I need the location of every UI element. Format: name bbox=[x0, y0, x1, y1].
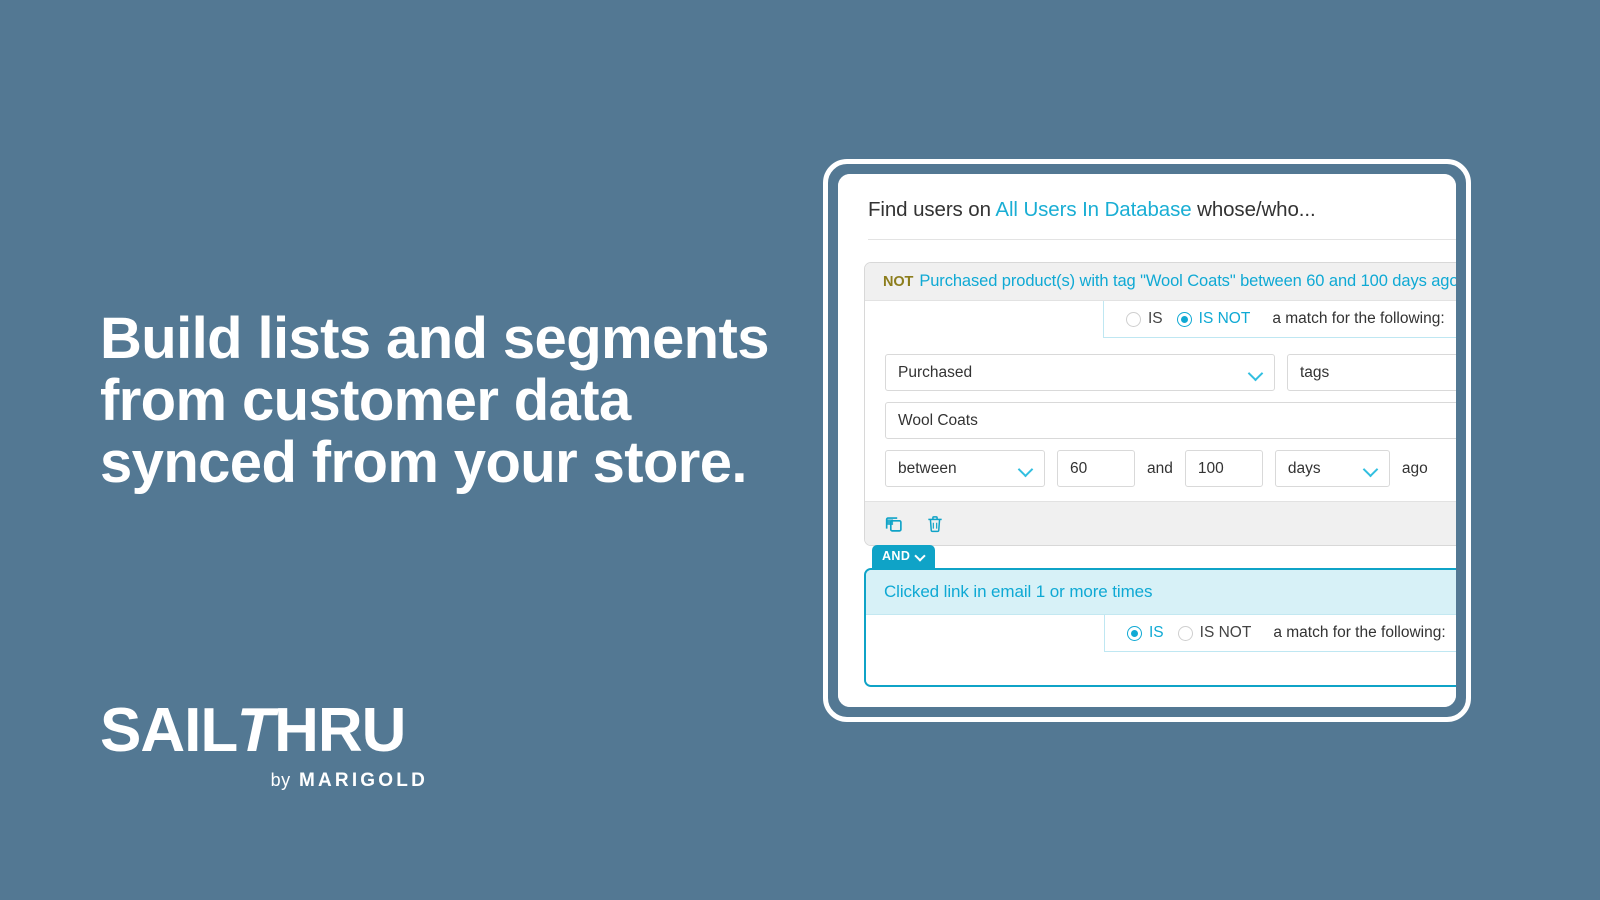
value-max-value: 100 bbox=[1197, 459, 1224, 477]
find-users-prefix: Find users on bbox=[868, 198, 996, 221]
find-users-text: Find users on All Users In Database whos… bbox=[868, 198, 1456, 222]
ago-inline-label: ago bbox=[1401, 459, 1428, 477]
radio-is-2[interactable] bbox=[1127, 625, 1142, 641]
radio-is-not-2[interactable] bbox=[1177, 625, 1193, 641]
field-row-timeframe: between 60 and 100 days ago bbox=[885, 450, 1456, 487]
condition-2-body: IS IS NOT a match for the following: bbox=[866, 615, 1456, 685]
radio-is-1[interactable] bbox=[1126, 311, 1141, 327]
logo-wordmark-sail: SAIL bbox=[100, 696, 238, 765]
value-input[interactable]: Wool Coats bbox=[885, 402, 1456, 439]
radio-is-not-label-1[interactable]: IS NOT bbox=[1199, 310, 1251, 328]
condition-card-2[interactable]: Clicked link in email 1 or more times IS… bbox=[864, 568, 1456, 687]
condition-1-body: IS IS NOT a match for the following: Pur… bbox=[865, 301, 1456, 501]
marketing-panel: Build lists and segments from customer d… bbox=[100, 0, 800, 900]
attribute-input[interactable]: tags bbox=[1287, 354, 1456, 391]
sailthru-logo: SAILTHRU by MARIGOLD bbox=[100, 696, 430, 792]
match-tail-text-2: a match for the following: bbox=[1273, 624, 1446, 641]
headline-line-1: Build lists and segments bbox=[100, 306, 769, 371]
condition-1-footer bbox=[865, 501, 1456, 545]
and-joiner-pill[interactable]: AND bbox=[872, 545, 936, 568]
condition-card-1[interactable]: NOT Purchased product(s) with tag "Wool C… bbox=[864, 262, 1456, 546]
condition-2-header: Clicked link in email 1 or more times bbox=[866, 570, 1456, 615]
unit-select[interactable]: days bbox=[1274, 450, 1390, 487]
app-screenshot-frame: Find users on All Users In Database whos… bbox=[823, 159, 1471, 722]
segment-builder-canvas: Find users on All Users In Database whos… bbox=[838, 174, 1456, 707]
radio-is-label-2[interactable]: IS bbox=[1149, 624, 1164, 642]
operator-select-value: between bbox=[898, 459, 957, 477]
and-inline-label: and bbox=[1147, 459, 1173, 477]
logo-wordmark-hru: HRU bbox=[274, 696, 406, 765]
logo-byline-by: by bbox=[270, 770, 291, 790]
condition-1-match-row: IS IS NOT a match for the following: bbox=[865, 301, 1456, 338]
condition-block-2-wrapper: Clicked link in email 1 or more times IS… bbox=[838, 568, 1456, 687]
radio-is-not-1[interactable] bbox=[1176, 311, 1192, 327]
chevron-down-icon bbox=[1364, 462, 1377, 475]
chevron-down-icon bbox=[1019, 462, 1032, 475]
condition-1-fields: Purchased tags Wool Coats between 60 and… bbox=[865, 338, 1456, 501]
value-min-input[interactable]: 60 bbox=[1057, 450, 1135, 487]
operator-select[interactable]: between bbox=[885, 450, 1045, 487]
logo-byline: by MARIGOLD bbox=[100, 770, 430, 792]
match-selector-1: IS IS NOT a match for the following: bbox=[1103, 301, 1456, 338]
value-input-value: Wool Coats bbox=[898, 411, 978, 429]
value-min-value: 60 bbox=[1070, 459, 1088, 477]
logo-byline-brand: MARIGOLD bbox=[298, 770, 428, 791]
find-users-bar: Find users on All Users In Database whos… bbox=[838, 174, 1456, 240]
page-headline: Build lists and segments from customer d… bbox=[100, 306, 800, 496]
event-select[interactable]: Purchased bbox=[885, 354, 1275, 391]
field-row-event: Purchased tags bbox=[885, 354, 1456, 391]
headline-line-3: synced from your store. bbox=[100, 430, 748, 496]
headline-line-2: from customer data bbox=[100, 368, 631, 434]
logo-wordmark: SAILTHRU bbox=[100, 696, 430, 765]
condition-1-header: NOT Purchased product(s) with tag "Wool C… bbox=[865, 263, 1456, 301]
condition-2-summary: Clicked link in email 1 or more times bbox=[884, 582, 1153, 601]
event-select-value: Purchased bbox=[898, 363, 973, 381]
chevron-down-icon bbox=[1249, 366, 1262, 379]
condition-2-match-row: IS IS NOT a match for the following: bbox=[866, 615, 1456, 652]
find-users-suffix: whose/who... bbox=[1191, 198, 1316, 221]
duplicate-icon[interactable] bbox=[883, 513, 905, 535]
not-flag-badge: NOT bbox=[883, 274, 914, 290]
attribute-input-value: tags bbox=[1300, 363, 1330, 381]
unit-select-value: days bbox=[1287, 459, 1321, 477]
condition-block-1-wrapper: NOT Purchased product(s) with tag "Wool C… bbox=[838, 240, 1456, 546]
match-tail-text-1: a match for the following: bbox=[1272, 310, 1445, 327]
condition-1-summary: Purchased product(s) with tag "Wool Coat… bbox=[919, 272, 1456, 290]
trash-icon[interactable] bbox=[925, 513, 947, 535]
chevron-down-icon bbox=[916, 552, 925, 561]
segment-builder-window: Find users on All Users In Database whos… bbox=[838, 174, 1456, 707]
radio-is-label-1[interactable]: IS bbox=[1148, 310, 1163, 328]
radio-is-not-label-2[interactable]: IS NOT bbox=[1200, 624, 1252, 642]
and-joiner-label: AND bbox=[882, 549, 911, 563]
match-selector-2: IS IS NOT a match for the following: bbox=[1104, 615, 1456, 652]
value-max-input[interactable]: 100 bbox=[1184, 450, 1263, 487]
list-name-link[interactable]: All Users In Database bbox=[995, 198, 1191, 221]
field-row-value: Wool Coats bbox=[885, 402, 1456, 439]
